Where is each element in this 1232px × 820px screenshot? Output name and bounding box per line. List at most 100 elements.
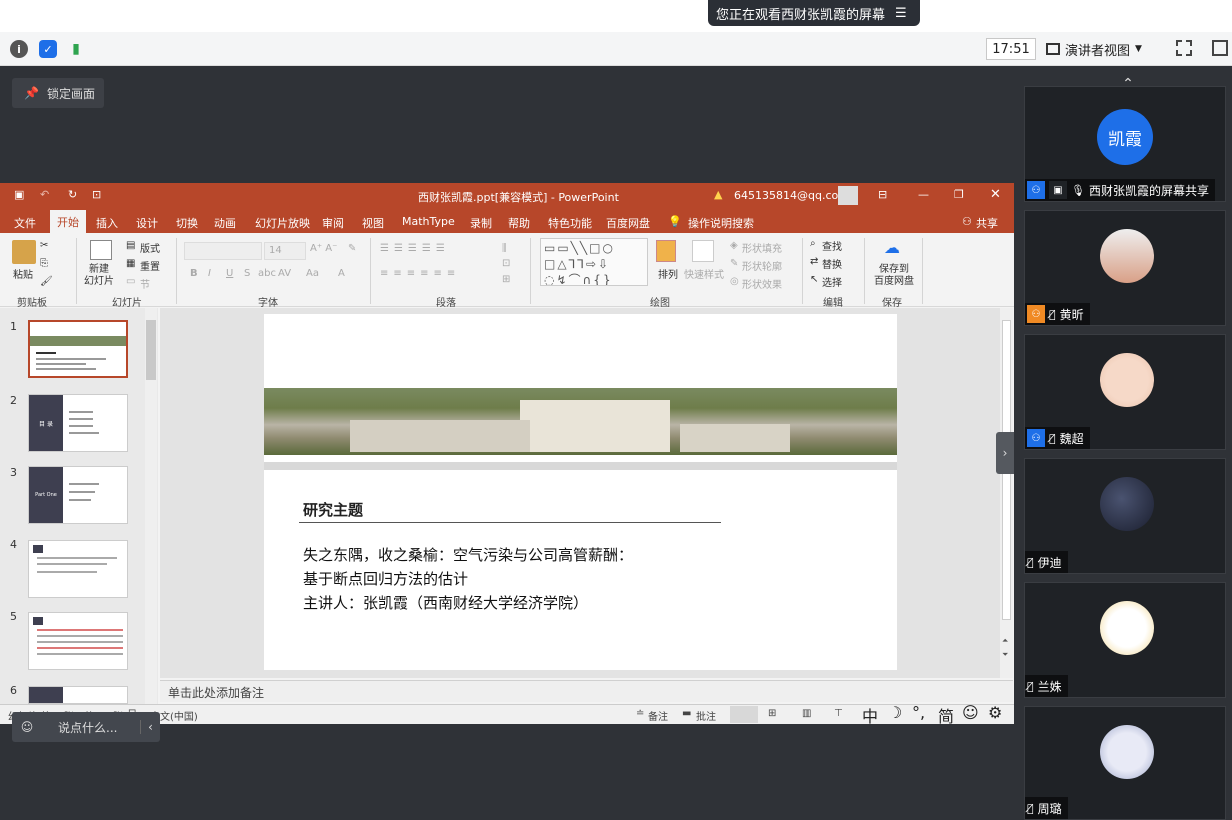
align-buttons-icon[interactable]: ≡≡≡≡≡≡ bbox=[380, 268, 460, 279]
tab-transitions[interactable]: 切换 bbox=[176, 215, 198, 231]
smartart-icon[interactable]: ⊞ bbox=[502, 274, 510, 285]
gear-icon[interactable]: ⚙ bbox=[988, 703, 1002, 722]
reset-button[interactable]: 重置 bbox=[140, 258, 160, 273]
cut-icon[interactable]: ✂ bbox=[40, 240, 48, 251]
thumbnails-scroll-thumb[interactable] bbox=[146, 320, 156, 380]
font-size-box[interactable]: 14 bbox=[264, 242, 306, 260]
normal-view-button[interactable] bbox=[730, 706, 758, 723]
save-icon[interactable]: ▣ bbox=[14, 188, 24, 201]
menu-icon[interactable]: ☰ bbox=[895, 6, 907, 21]
find-button[interactable]: 查找 bbox=[822, 238, 842, 253]
redo-icon[interactable]: ↻ bbox=[68, 188, 77, 201]
arrange-button[interactable]: 排列 bbox=[658, 266, 678, 281]
font-color-icon[interactable]: A bbox=[338, 268, 345, 279]
replace-icon[interactable]: ⇄ bbox=[810, 256, 818, 267]
tab-view[interactable]: 视图 bbox=[362, 215, 384, 231]
emoji-icon[interactable]: ☺ bbox=[962, 703, 979, 722]
layout-icon[interactable]: ▤ bbox=[126, 240, 135, 251]
paste-icon[interactable] bbox=[12, 240, 36, 264]
select-icon[interactable]: ↖ bbox=[810, 274, 818, 285]
tab-home[interactable]: 开始 bbox=[50, 210, 86, 234]
account-avatar-icon[interactable] bbox=[838, 186, 858, 205]
reset-icon[interactable]: ▦ bbox=[126, 258, 135, 269]
share-banner[interactable]: 您正在观看西财张凯霞的屏幕 ☰ bbox=[708, 0, 920, 26]
shape-fill-icon[interactable]: ◈ bbox=[730, 240, 738, 251]
slide-title-line-2[interactable]: 基于断点回归方法的估计 bbox=[303, 568, 468, 589]
lock-screen-button[interactable]: 📌 锁定画面 bbox=[12, 78, 104, 108]
shield-icon[interactable]: ✓ bbox=[39, 40, 57, 58]
new-slide-icon[interactable] bbox=[90, 240, 112, 260]
copy-icon[interactable]: ⎘ bbox=[40, 258, 48, 269]
slide-thumbnail-3[interactable]: Part One bbox=[28, 466, 128, 524]
restore-icon[interactable]: ❐ bbox=[954, 188, 964, 201]
change-case-icon[interactable]: Aa bbox=[306, 268, 319, 279]
slideshow-icon[interactable]: ⊡ bbox=[92, 188, 101, 201]
share-button[interactable]: 共享 bbox=[976, 215, 998, 231]
collapse-sidebar-button[interactable]: › bbox=[996, 432, 1014, 474]
tab-help[interactable]: 帮助 bbox=[508, 215, 530, 231]
new-slide-label[interactable]: 新建 幻灯片 bbox=[84, 264, 114, 288]
shape-effect-icon[interactable]: ◎ bbox=[730, 276, 739, 287]
slide-presenter-line[interactable]: 主讲人：张凯霞（西南财经大学经济学院） bbox=[303, 592, 588, 613]
tab-features[interactable]: 特色功能 bbox=[548, 215, 592, 231]
align-text-icon[interactable]: ⊡ bbox=[502, 258, 510, 269]
tab-design[interactable]: 设计 bbox=[136, 215, 158, 231]
find-icon[interactable]: ⌕ bbox=[810, 238, 816, 249]
next-slide-icon[interactable]: ⏷ bbox=[1002, 650, 1008, 660]
minimize-icon[interactable]: — bbox=[918, 188, 929, 201]
slide-thumbnail-1[interactable] bbox=[28, 320, 128, 378]
chat-placeholder[interactable]: 说点什么... bbox=[42, 719, 140, 736]
ime-simplified[interactable]: 简 bbox=[938, 703, 954, 727]
layout-button[interactable]: 版式 bbox=[140, 240, 160, 255]
format-painter-icon[interactable]: 🖌 bbox=[40, 276, 53, 287]
participant-tile[interactable]: ⚇ 🎙̸ 黄昕 bbox=[1024, 210, 1226, 326]
tab-slideshow[interactable]: 幻灯片放映 bbox=[255, 215, 310, 231]
quick-style-button[interactable]: 快速样式 bbox=[684, 266, 724, 281]
italic-button[interactable]: I bbox=[208, 268, 211, 279]
shadow-button[interactable]: S bbox=[244, 268, 250, 279]
participant-tile[interactable]: 凯霞 ⚇ ▣ 🎙 西财张凯霞的屏幕共享 bbox=[1024, 86, 1226, 202]
shape-outline-icon[interactable]: ✎ bbox=[730, 258, 738, 269]
current-slide[interactable] bbox=[264, 314, 897, 670]
participant-tile[interactable]: 🎙̸ 周璐 bbox=[1024, 706, 1226, 820]
undo-icon[interactable]: ↶ bbox=[40, 188, 49, 201]
select-button[interactable]: 选择 bbox=[822, 274, 842, 289]
slideshow-view-icon[interactable]: ⊤ bbox=[834, 708, 843, 719]
section-icon[interactable]: ▭ bbox=[126, 276, 135, 287]
section-button[interactable]: 节 bbox=[140, 276, 150, 291]
sorter-view-icon[interactable]: ⊞ bbox=[768, 708, 776, 719]
fullscreen-icon[interactable] bbox=[1176, 40, 1192, 56]
reading-view-icon[interactable]: ▥ bbox=[802, 708, 811, 719]
replace-button[interactable]: 替换 bbox=[822, 256, 842, 271]
shape-outline-button[interactable]: 形状轮廓 bbox=[742, 258, 782, 273]
tell-me-search[interactable]: 操作说明搜索 bbox=[688, 215, 754, 231]
slide-thumbnail-2[interactable]: 目 录 bbox=[28, 394, 128, 452]
participant-tile[interactable]: ⚇ 🎙̸ 魏超 bbox=[1024, 334, 1226, 450]
slide-thumbnail-5[interactable] bbox=[28, 612, 128, 670]
prev-slide-icon[interactable]: ⏶ bbox=[1002, 636, 1008, 646]
strikethrough-button[interactable]: abc bbox=[258, 268, 276, 279]
comments-button[interactable]: 批注 bbox=[696, 708, 716, 723]
slide-heading[interactable]: 研究主题 bbox=[303, 499, 363, 520]
notes-button[interactable]: 备注 bbox=[648, 708, 668, 723]
tab-record[interactable]: 录制 bbox=[470, 215, 492, 231]
ppt-account[interactable]: 645135814@qq.com bbox=[734, 189, 849, 202]
punctuation-icon[interactable]: °, bbox=[912, 703, 925, 722]
ribbon-display-icon[interactable]: ⊟ bbox=[878, 188, 887, 201]
info-icon[interactable]: i bbox=[10, 40, 28, 58]
side-panel-icon[interactable] bbox=[1212, 40, 1228, 56]
shape-effect-button[interactable]: 形状效果 bbox=[742, 276, 782, 291]
char-spacing-icon[interactable]: AV bbox=[278, 268, 291, 279]
chevron-left-icon[interactable]: ‹ bbox=[140, 720, 160, 734]
shapes-gallery[interactable]: ▭▭╲╲□○ □△⅂⅂⇨⇩ ◌↯⌒∩{} bbox=[540, 238, 648, 286]
moon-icon[interactable]: ☽ bbox=[888, 703, 902, 722]
tab-insert[interactable]: 插入 bbox=[96, 215, 118, 231]
clear-format-icon[interactable]: ✎ bbox=[348, 243, 356, 254]
slide-title-line-1[interactable]: 失之东隅，收之桑榆：空气污染与公司高管薪酬： bbox=[303, 544, 633, 565]
tab-mathtype[interactable]: MathType bbox=[402, 215, 455, 228]
baidu-cloud-icon[interactable]: ☁ bbox=[884, 238, 900, 257]
text-direction-icon[interactable]: ⫼ bbox=[502, 243, 507, 254]
participant-tile[interactable]: 🎙̸ 伊迪 bbox=[1024, 458, 1226, 574]
paste-label[interactable]: 粘贴 bbox=[13, 266, 33, 281]
chat-input-bar[interactable]: ☺ 说点什么... ‹ bbox=[12, 712, 160, 742]
